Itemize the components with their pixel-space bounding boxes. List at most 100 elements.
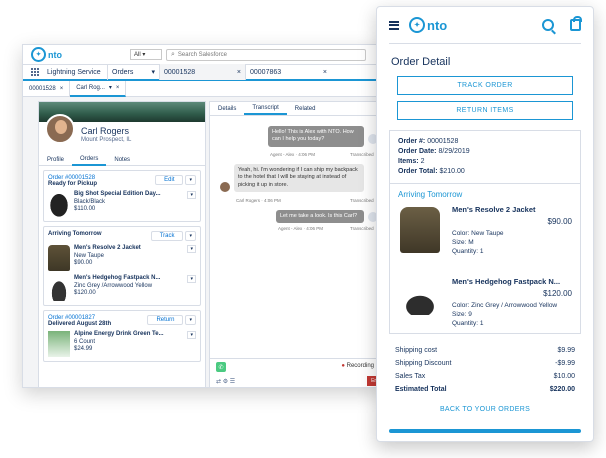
workspace-tab-1[interactable]: 00001528 × <box>159 64 245 80</box>
product-detail: 6 Count <box>74 338 96 345</box>
chevron-down-icon[interactable]: ▾ <box>109 84 112 91</box>
workspace-tab-2[interactable]: 00007863 × <box>245 64 331 80</box>
chevron-down-icon: ▾ <box>151 69 155 76</box>
tab-related[interactable]: Related <box>287 102 324 115</box>
order-items-row: Items: 2 <box>398 158 425 165</box>
product-name: Men's Resolve 2 Jacket <box>74 245 141 251</box>
mobile-order-detail: ✦ nto Order Detail TRACK ORDER RETURN IT… <box>376 6 594 442</box>
app-nav-bar: Lightning Service Orders ▾ 00001528 × 000… <box>23 64 383 81</box>
product-image <box>48 275 70 301</box>
close-icon[interactable]: × <box>116 85 120 91</box>
orders-list: Order #00001528 Ready for Pickup Edit ▾ … <box>43 170 201 387</box>
utility-icons[interactable]: ⇄ ⚙ ☰ <box>216 378 235 385</box>
product-name: Men's Hedgehog Fastpack N... <box>74 275 161 281</box>
chevron-down-icon[interactable]: ▾ <box>187 245 196 253</box>
tab-orders[interactable]: Orders <box>72 154 107 166</box>
chevron-down-icon[interactable]: ▾ <box>185 315 196 325</box>
chevron-down-icon[interactable]: ▾ <box>187 331 196 339</box>
tab-notes[interactable]: Notes <box>106 154 138 166</box>
close-icon[interactable]: × <box>60 86 64 92</box>
nto-logo-icon[interactable]: ✦ <box>31 47 46 62</box>
order-card: Order #00001528 Ready for Pickup Edit ▾ … <box>43 170 201 222</box>
product-details: Color: Zinc Grey / Arrowwood Yellow Size… <box>452 302 558 327</box>
list-item: Alpine Energy Drink Green Te... 6 Count … <box>48 331 196 357</box>
sales-tax-row: Sales Tax $10.00 <box>395 373 575 380</box>
delivery-status: Arriving Tomorrow <box>398 190 463 199</box>
product-price: $120.00 <box>543 289 572 298</box>
tab-details[interactable]: Details <box>210 102 244 115</box>
return-button[interactable]: Return <box>147 315 184 325</box>
workspace-tab-label: 00007863 <box>250 68 282 76</box>
product-image <box>48 331 70 357</box>
search-scope-select[interactable]: All ▾ <box>130 49 162 60</box>
tab-profile[interactable]: Profile <box>39 154 72 166</box>
return-items-button[interactable]: RETURN ITEMS <box>397 101 573 120</box>
service-console-window: ✦ nto All ▾ ⌕ Search Salesforce Lightnin… <box>22 44 384 388</box>
customer-panel: Carl Rogers Mount Prospect, IL Profile O… <box>38 101 206 387</box>
order-card: Order #00001827 Delivered August 28th Re… <box>43 310 201 362</box>
agent-message: Let me take a look. Is this Carl? <box>276 210 364 224</box>
phone-icon[interactable]: ✆ <box>216 362 226 372</box>
message-meta: Carl Rogers · 4:06 PM <box>236 198 281 203</box>
nav-object-select[interactable]: Orders ▾ <box>107 64 159 80</box>
chevron-down-icon[interactable]: ▾ <box>187 191 196 199</box>
subtab-order[interactable]: 00001528 × <box>23 80 71 97</box>
order-status: Arriving Tomorrow <box>48 231 102 237</box>
order-totals: Shipping cost $9.99 Shipping Discount -$9.… <box>395 344 575 396</box>
product-name: Alpine Energy Drink Green Te... <box>74 331 164 337</box>
chat-transcript: Hello! This is Alex with NTO. How can I … <box>210 122 383 358</box>
product-detail: Zinc Grey /Arrowwood Yellow <box>74 282 153 289</box>
avatar <box>45 114 75 144</box>
product-price: $24.99 <box>74 346 93 352</box>
edit-button[interactable]: Edit <box>155 175 184 185</box>
customer-message: Yeah, hi. I'm wondering if I can ship my… <box>234 164 364 193</box>
product-price: $110.00 <box>74 206 96 212</box>
chevron-down-icon[interactable]: ▾ <box>187 275 196 283</box>
subtab-customer[interactable]: Carl Rog... ▾ × <box>70 80 127 97</box>
track-order-button[interactable]: TRACK ORDER <box>397 76 573 95</box>
product-image <box>48 191 70 217</box>
record-icon: ● <box>341 363 345 369</box>
app-name: Lightning Service <box>47 68 101 76</box>
product-image <box>48 245 70 271</box>
shipping-discount-row: Shipping Discount -$9.99 <box>395 360 575 367</box>
list-item: Men's Hedgehog Fastpack N... Zinc Grey /… <box>48 275 196 301</box>
customer-location: Mount Prospect, IL <box>81 137 132 143</box>
brand-label: nto <box>427 17 448 33</box>
product-name: Men's Hedgehog Fastpack N... <box>452 277 561 286</box>
global-search-input[interactable]: ⌕ Search Salesforce <box>166 48 366 61</box>
recording-indicator[interactable]: ● Recording <box>341 363 374 369</box>
workspace-tab-label: 00001528 <box>164 68 196 76</box>
message-status: Transcribed <box>350 152 374 157</box>
product-image <box>400 291 440 315</box>
chevron-down-icon[interactable]: ▾ <box>185 175 196 185</box>
app-launcher-icon[interactable] <box>31 68 39 76</box>
bottom-accent-bar <box>389 429 581 433</box>
list-item[interactable]: Men's Hedgehog Fastpack N... $120.00 Col… <box>398 277 572 343</box>
shopping-bag-icon[interactable] <box>570 16 582 31</box>
message-status: Transcribed <box>350 198 374 203</box>
brand-label: nto <box>48 49 62 60</box>
chevron-down-icon[interactable]: ▾ <box>185 231 196 241</box>
list-item[interactable]: Men's Resolve 2 Jacket $90.00 Color: New… <box>398 205 572 271</box>
track-button[interactable]: Track <box>150 231 184 241</box>
message-status: Transcribed <box>350 226 374 231</box>
search-icon[interactable] <box>542 19 554 31</box>
product-name: Big Shot Special Edition Day... <box>74 191 161 197</box>
mobile-header: ✦ nto <box>377 7 593 43</box>
close-icon[interactable]: × <box>237 69 241 76</box>
page-title: Order Detail <box>391 56 451 68</box>
menu-icon[interactable] <box>389 20 399 30</box>
product-detail: New Taupe <box>74 252 104 259</box>
order-number-row: Order #: 00001528 <box>398 138 459 145</box>
call-controls: ✆ ● Recording ⇄ ⚙ ☰ End <box>210 358 383 387</box>
tab-transcript[interactable]: Transcript <box>244 102 287 115</box>
brand-logo[interactable]: ✦ nto <box>409 17 447 33</box>
back-to-orders-link[interactable]: BACK TO YOUR ORDERS <box>377 406 593 413</box>
order-status: Ready for Pickup <box>48 181 98 187</box>
close-icon[interactable]: × <box>323 69 327 76</box>
order-status: Delivered August 28th <box>48 321 112 327</box>
search-icon: ⌕ <box>171 50 175 58</box>
order-date-row: Order Date: 8/29/2019 <box>398 148 470 155</box>
product-price: $90.00 <box>74 260 93 266</box>
